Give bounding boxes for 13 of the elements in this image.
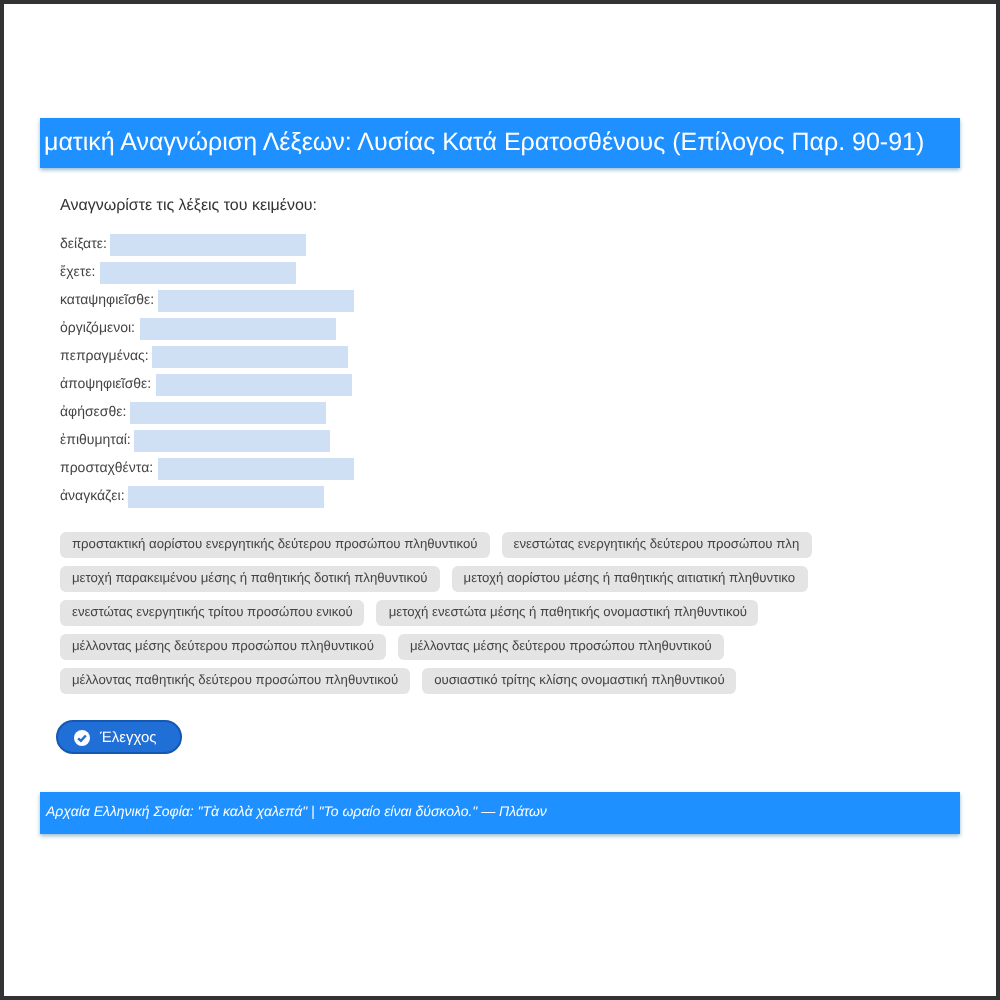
answer-field[interactable] xyxy=(152,346,349,368)
check-circle-icon xyxy=(74,729,90,745)
instruction-text: Αναγνωρίστε τις λέξεις του κειμένου: xyxy=(60,196,320,214)
answer-field[interactable] xyxy=(130,402,327,424)
answer-field[interactable] xyxy=(139,318,335,340)
answer-field[interactable] xyxy=(157,458,354,480)
answer-field[interactable] xyxy=(110,234,307,256)
answer-field[interactable] xyxy=(99,262,296,284)
answer-field[interactable] xyxy=(128,486,325,508)
answer-field[interactable] xyxy=(155,374,352,396)
page-title: ματική Αναγνώριση Λέξεων: Λυσίας Κατά Ερατοσθένους (Επίλογος Παρ. 90-91) xyxy=(40,118,960,168)
answer-field[interactable] xyxy=(134,430,331,452)
answer-field[interactable] xyxy=(158,290,355,312)
